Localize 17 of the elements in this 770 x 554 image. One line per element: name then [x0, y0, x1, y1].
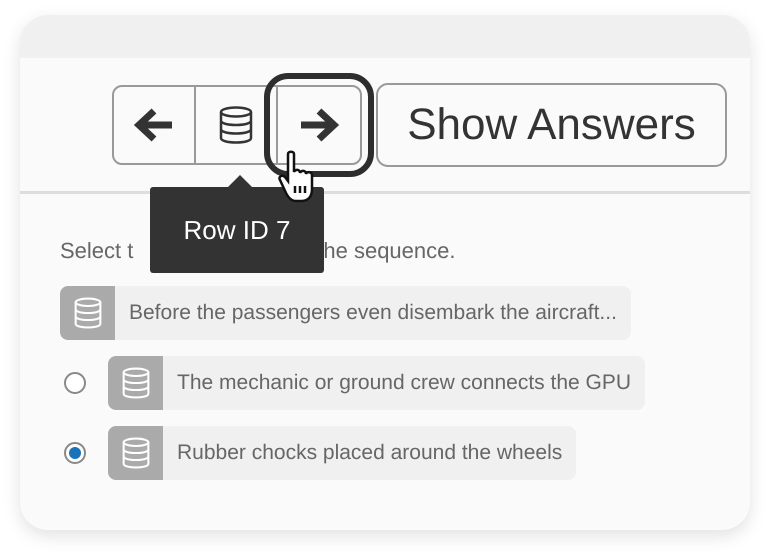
radio-button[interactable]	[64, 372, 86, 394]
option-chip[interactable]: The mechanic or ground crew connects the GPU	[108, 356, 646, 410]
radio-button[interactable]	[64, 442, 86, 464]
option-chip[interactable]: Rubber chocks placed around the wheels	[108, 426, 576, 480]
database-icon	[74, 297, 102, 329]
show-answers-button[interactable]: Show Answers	[376, 83, 727, 167]
option-text: Rubber chocks placed around the wheels	[176, 440, 564, 466]
instruction-text: he sequence.	[323, 238, 456, 265]
tooltip: Row ID 7	[150, 187, 324, 273]
option-text: The mechanic or ground crew connects the GPU	[176, 370, 632, 396]
database-icon	[122, 437, 150, 469]
database-icon	[122, 367, 150, 399]
instruction-text: Select t	[60, 238, 134, 265]
right-arrow-icon	[299, 108, 339, 142]
database-icon	[219, 106, 253, 144]
prompt-text: Before the passengers even disembark the aircraft...	[128, 300, 618, 326]
left-arrow-icon	[134, 108, 174, 142]
